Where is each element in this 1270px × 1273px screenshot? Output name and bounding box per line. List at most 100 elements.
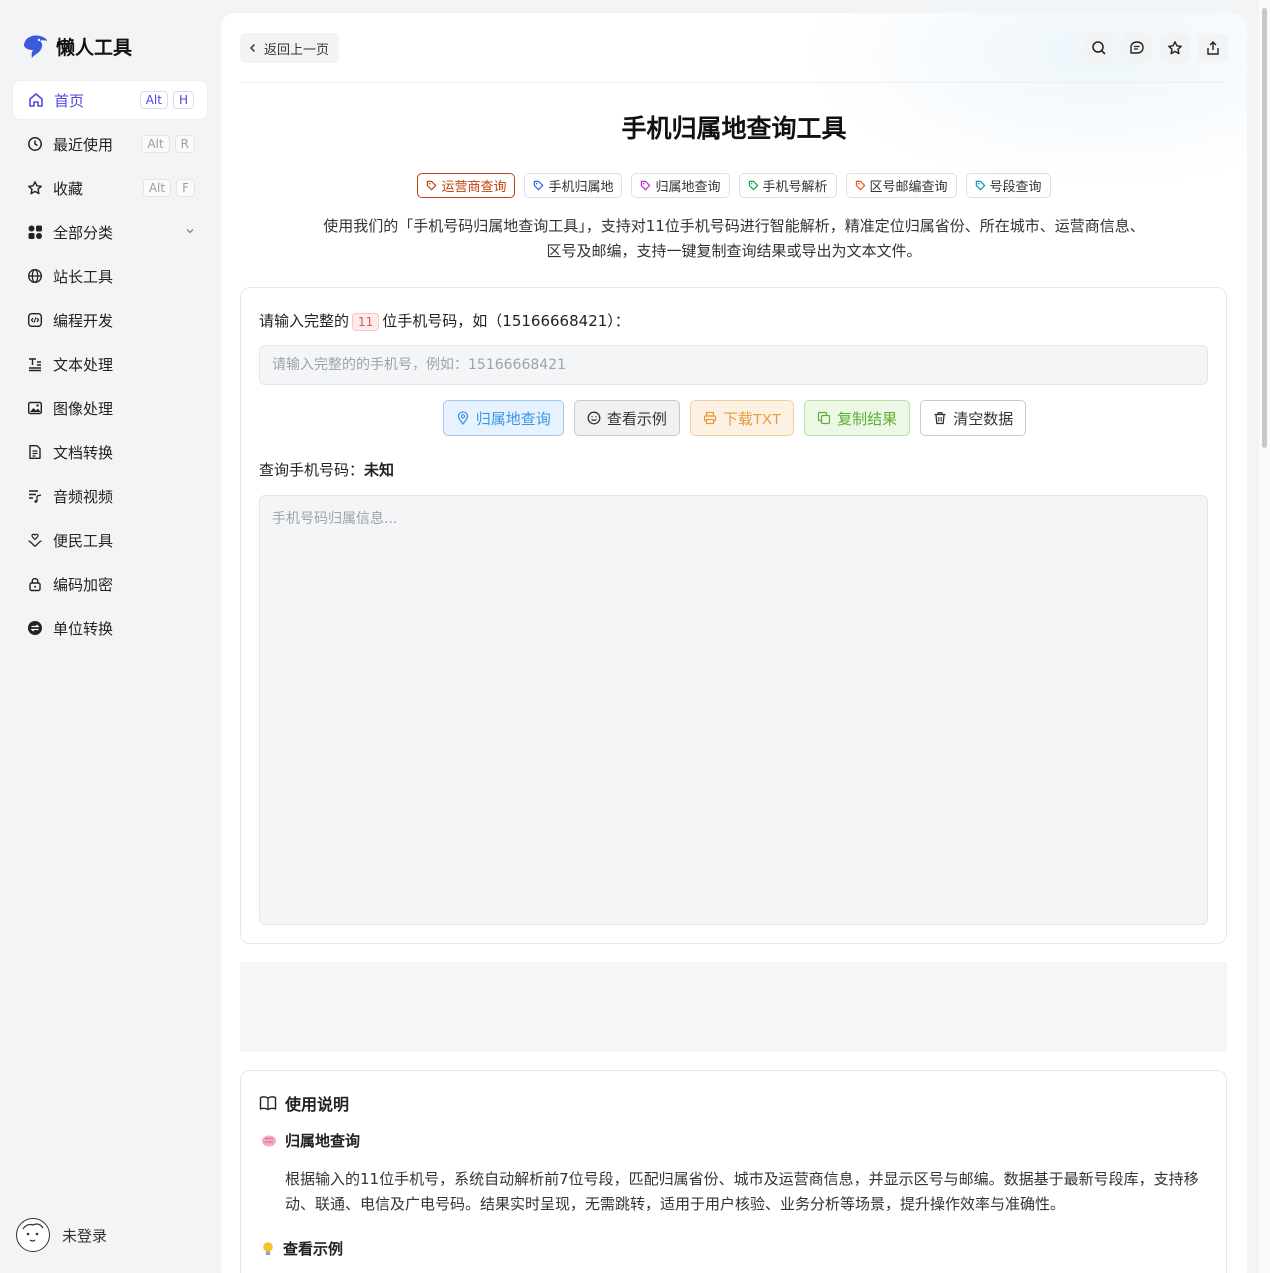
download-txt-button[interactable]: 下载TXT [689, 400, 795, 436]
copy-result-button[interactable]: 复制结果 [804, 400, 911, 436]
sidebar-item-recent[interactable]: 最近使用 Alt R [12, 124, 208, 164]
sidebar-item-all-categories[interactable]: 全部分类 [12, 212, 208, 252]
help-card: 使用说明 归属地查询 根据输入的11位手机号，系统自动解析前7位号段，匹配归属省… [240, 1070, 1227, 1273]
tag-segment-query[interactable]: 号段查询 [965, 173, 1051, 198]
sidebar-item-convenience-tools[interactable]: 便民工具 [12, 520, 208, 560]
lightbulb-icon [263, 1241, 273, 1255]
help-section-title-text: 归属地查询 [285, 1132, 361, 1150]
chevron-down-icon [185, 225, 195, 239]
sidebar-item-home[interactable]: 首页 Alt H [12, 80, 208, 120]
scrollbar-thumb[interactable] [1262, 8, 1267, 448]
shortcut-key: F [176, 179, 195, 197]
tag-phone-parse[interactable]: 手机号解析 [738, 173, 837, 198]
tag-list: 运营商查询 手机归属地 归属地查询 手机号解析 区号邮编查询 号段查询 [221, 173, 1247, 198]
tag-label: 手机归属地 [548, 180, 614, 195]
globe-icon [26, 267, 44, 285]
help-section-title: 查看示例 [261, 1238, 343, 1259]
clear-data-button[interactable]: 清空数据 [920, 400, 1027, 436]
header-divider [240, 82, 1228, 83]
chat-button[interactable] [1122, 33, 1152, 63]
sidebar-item-label: 便民工具 [53, 531, 114, 550]
book-icon [259, 1096, 277, 1111]
sidebar-item-image-processing[interactable]: 图像处理 [12, 388, 208, 428]
avatar [16, 1218, 50, 1252]
action-buttons: 归属地查询 查看示例 下载TXT 复制结果 清空数据 [241, 400, 1228, 436]
help-title-text: 使用说明 [285, 1095, 350, 1114]
sidebar-item-label: 编程开发 [53, 311, 114, 330]
shortcut-key: Alt [141, 135, 170, 153]
share-button[interactable] [1198, 33, 1228, 63]
input-label: 请输入完整的 11 位手机号码，如（15166668421）： [259, 310, 630, 331]
sidebar-item-label: 图像处理 [53, 399, 114, 418]
image-icon [26, 399, 44, 417]
search-button[interactable] [1084, 33, 1114, 63]
favorite-button[interactable] [1160, 33, 1190, 63]
topbar: 返回上一页 [240, 33, 1228, 63]
sidebar-item-webmaster-tools[interactable]: 站长工具 [12, 256, 208, 296]
sidebar-item-label: 音频视频 [53, 487, 114, 506]
trash-icon [934, 412, 946, 425]
tag-label: 手机号解析 [762, 180, 828, 195]
sidebar-item-favorites[interactable]: 收藏 Alt F [12, 168, 208, 208]
chat-icon [1130, 41, 1144, 54]
result-label: 查询手机号码：未知 [259, 459, 394, 480]
media-icon [26, 487, 44, 505]
tag-carrier-query[interactable]: 运营商查询 [417, 173, 516, 198]
login-status: 未登录 [62, 1226, 108, 1245]
tag-phone-location[interactable]: 手机归属地 [524, 173, 623, 198]
exchange-icon [26, 619, 44, 637]
share-icon [1207, 41, 1219, 55]
code-icon [26, 311, 44, 329]
sidebar-item-programming[interactable]: 编程开发 [12, 300, 208, 340]
search-icon [1092, 41, 1106, 55]
tag-label: 区号邮编查询 [869, 180, 948, 195]
tag-icon [975, 180, 985, 191]
sidebar-item-encoding-encryption[interactable]: 编码加密 [12, 564, 208, 604]
button-label: 下载TXT [722, 410, 782, 428]
phone-number-input[interactable] [259, 345, 1208, 385]
user-profile[interactable]: 未登录 [16, 1218, 107, 1252]
logo[interactable]: 懒人工具 [20, 32, 132, 60]
sidebar-item-label: 收藏 [53, 179, 84, 198]
star-icon [26, 179, 44, 197]
tag-icon [641, 180, 651, 191]
dolphin-logo-icon [24, 35, 47, 58]
sidebar-item-label: 站长工具 [53, 267, 114, 286]
top-actions [1084, 33, 1228, 63]
tag-location-query[interactable]: 归属地查询 [631, 173, 730, 198]
input-label-suffix: 位手机号码，如（15166668421）： [382, 312, 630, 330]
page-title: 手机归属地查询工具 [621, 114, 847, 143]
star-icon [1168, 41, 1182, 55]
tag-areacode-postcode[interactable]: 区号邮编查询 [845, 173, 957, 198]
shortcut-key: H [172, 91, 194, 109]
result-output[interactable] [259, 495, 1208, 925]
chevron-left-icon [250, 44, 255, 52]
document-icon [26, 443, 44, 461]
help-section-title-text: 查看示例 [283, 1240, 344, 1258]
back-label: 返回上一页 [264, 42, 330, 58]
ad-placeholder [240, 962, 1227, 1052]
result-label-text: 查询手机号码： [259, 461, 365, 479]
sidebar-item-label: 文本处理 [53, 355, 114, 374]
query-location-button[interactable]: 归属地查询 [442, 400, 564, 436]
help-section-title: 归属地查询 [261, 1130, 360, 1151]
sidebar-item-unit-conversion[interactable]: 单位转换 [12, 608, 208, 648]
brain-icon [262, 1135, 276, 1146]
tag-icon [427, 180, 437, 191]
tag-label: 运营商查询 [441, 180, 507, 195]
view-example-button[interactable]: 查看示例 [573, 400, 680, 436]
sidebar-item-text-processing[interactable]: 文本处理 [12, 344, 208, 384]
grid-icon [26, 223, 44, 241]
sidebar-item-label: 编码加密 [53, 575, 114, 594]
tag-label: 号段查询 [989, 180, 1042, 195]
lock-icon [26, 575, 44, 593]
sidebar-item-label: 首页 [54, 91, 85, 110]
shortcut-key: R [174, 135, 195, 153]
tag-label: 归属地查询 [655, 180, 721, 195]
back-button[interactable]: 返回上一页 [240, 33, 340, 63]
sidebar-item-label: 最近使用 [53, 135, 114, 154]
page-scrollbar[interactable] [1259, 0, 1270, 1273]
sidebar-item-document-conversion[interactable]: 文档转换 [12, 432, 208, 472]
sidebar-item-audio-video[interactable]: 音频视频 [12, 476, 208, 516]
smile-icon [587, 411, 601, 425]
